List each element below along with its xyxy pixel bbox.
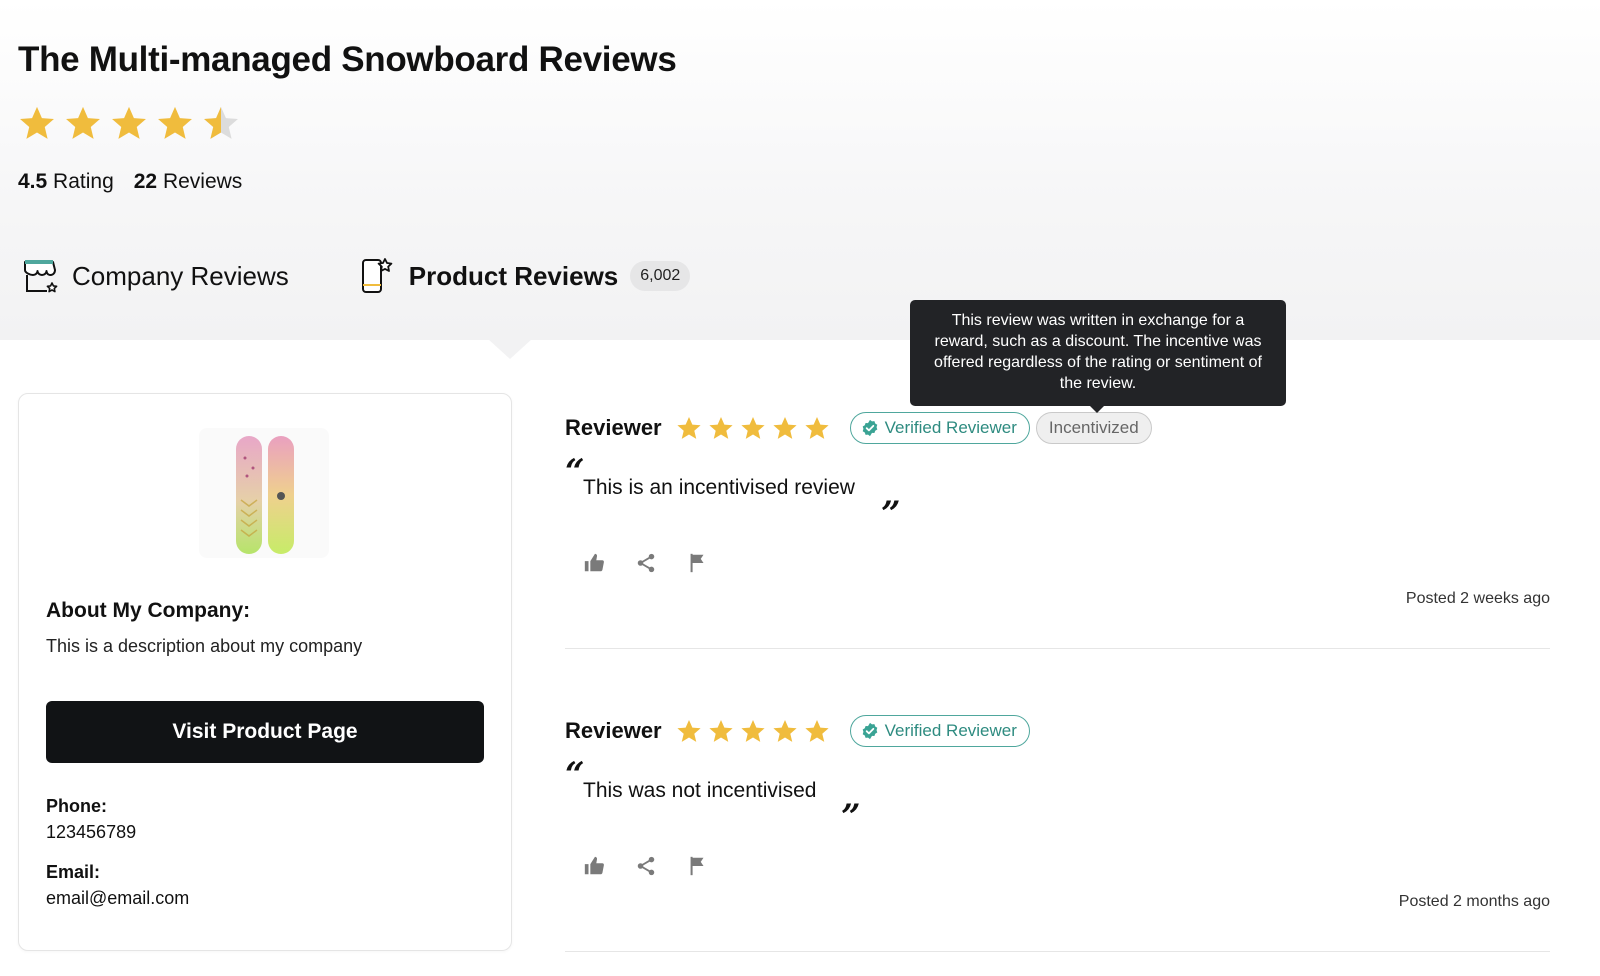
tooltip-arrow xyxy=(1089,405,1105,413)
phone-label: Phone: xyxy=(46,796,107,816)
incentivized-tooltip: This review was written in exchange for … xyxy=(910,300,1286,406)
close-quote-icon: ” xyxy=(881,494,901,534)
page-title: The Multi-managed Snowboard Reviews xyxy=(18,40,677,79)
verified-check-icon xyxy=(862,722,877,740)
star-icon xyxy=(20,106,54,139)
snowboard-product-image xyxy=(199,428,329,558)
review-actions xyxy=(583,855,1550,877)
about-company-title: About My Company: xyxy=(46,599,251,622)
star-icon xyxy=(677,416,701,439)
flag-icon[interactable] xyxy=(687,552,709,574)
review-text: This was not incentivised xyxy=(583,779,817,802)
tab-company-reviews[interactable]: Company Reviews xyxy=(20,256,289,296)
review-text: This is an incentivised review xyxy=(583,476,855,499)
review-item: Reviewer Verified Reviewer “ This was no… xyxy=(565,713,1550,952)
phone-value: 123456789 xyxy=(46,822,137,842)
half-star-icon xyxy=(204,106,238,139)
open-quote-icon: “ xyxy=(565,452,585,492)
star-icon xyxy=(112,106,146,139)
star-icon xyxy=(709,719,733,742)
visit-product-page-button[interactable]: Visit Product Page xyxy=(46,701,484,763)
tab-product-reviews[interactable]: Product Reviews xyxy=(357,256,619,296)
tab-product-reviews-label: Product Reviews xyxy=(408,260,619,291)
reviews-count: 22 Reviews xyxy=(133,170,243,193)
share-icon[interactable] xyxy=(635,552,657,574)
store-star-icon xyxy=(24,260,58,293)
thumbs-up-icon[interactable] xyxy=(583,552,605,574)
share-icon[interactable] xyxy=(635,855,657,877)
review-stars xyxy=(676,718,830,744)
review-quote: “ This was not incentivised ” xyxy=(565,755,1550,837)
review-stars xyxy=(676,415,830,441)
star-icon xyxy=(158,106,192,139)
review-divider xyxy=(565,951,1550,952)
star-icon xyxy=(773,719,797,742)
star-icon xyxy=(773,416,797,439)
review-item: Reviewer Verified Reviewer Incentivized … xyxy=(565,410,1550,649)
review-tabs: Company Reviews Product Reviews 6,002 xyxy=(20,256,691,296)
star-icon xyxy=(741,719,765,742)
verified-check-icon xyxy=(862,419,877,437)
verified-reviewer-badge: Verified Reviewer xyxy=(849,715,1030,747)
star-icon xyxy=(709,416,733,439)
reviewer-name: Reviewer xyxy=(565,718,662,743)
email-label: Email: xyxy=(46,862,101,882)
review-actions xyxy=(583,552,1550,574)
flag-icon[interactable] xyxy=(687,855,709,877)
phone-star-icon xyxy=(361,258,393,293)
overall-rating-stars xyxy=(18,104,240,142)
reviewer-name: Reviewer xyxy=(565,415,662,440)
star-icon xyxy=(677,719,701,742)
about-company-text: This is a description about my company xyxy=(46,636,363,656)
verified-reviewer-label: Verified Reviewer xyxy=(884,721,1017,740)
star-icon xyxy=(805,719,829,742)
verified-reviewer-label: Verified Reviewer xyxy=(884,418,1017,437)
verified-reviewer-badge: Verified Reviewer xyxy=(849,412,1030,444)
review-quote: “ This is an incentivised review ” xyxy=(565,452,1550,534)
active-tab-indicator xyxy=(488,339,532,359)
star-icon xyxy=(741,416,765,439)
rating-count: 4.5 Rating xyxy=(18,170,114,193)
review-divider xyxy=(565,648,1550,649)
product-reviews-count-badge: 6,002 xyxy=(630,261,691,291)
tab-company-reviews-label: Company Reviews xyxy=(72,260,289,291)
thumbs-up-icon[interactable] xyxy=(583,855,605,877)
open-quote-icon: “ xyxy=(565,755,585,795)
posted-date: Posted 2 weeks ago xyxy=(1405,590,1550,607)
incentivized-badge[interactable]: Incentivized xyxy=(1035,412,1152,444)
posted-date: Posted 2 months ago xyxy=(1398,893,1550,910)
email-value: email@email.com xyxy=(46,888,190,908)
star-icon xyxy=(66,106,100,139)
rating-summary: 4.5 Rating 22 Reviews xyxy=(18,170,242,194)
close-quote-icon: ” xyxy=(841,797,861,837)
company-info-card: About My Company: This is a description … xyxy=(18,393,512,951)
star-icon xyxy=(805,416,829,439)
